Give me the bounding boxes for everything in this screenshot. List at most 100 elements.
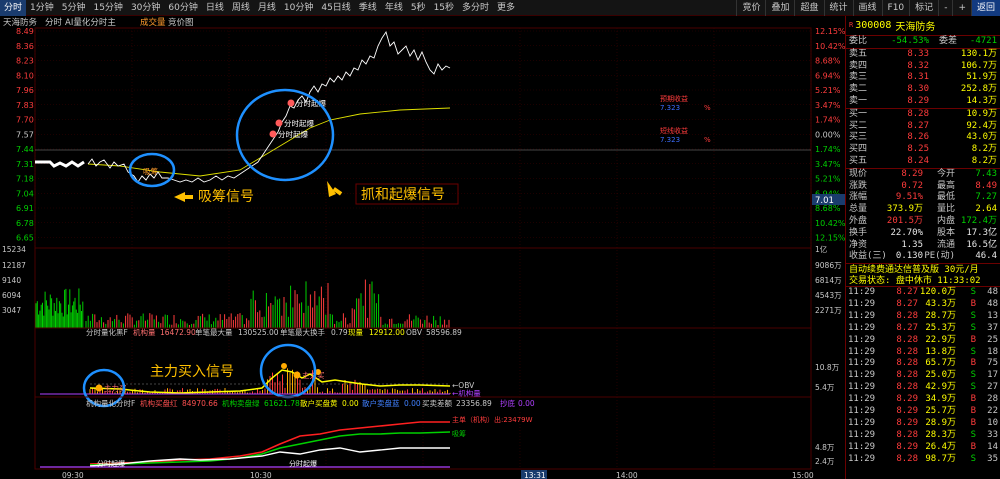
header-volume[interactable]: 成交量 [140, 17, 166, 28]
book-level-label: 买二 [849, 120, 868, 131]
tick-row[interactable]: 11:29 8.29 28.9万 B 10 [846, 418, 1000, 430]
ind1-name[interactable]: 分时量化黑F [86, 327, 128, 337]
stock-name[interactable]: 天海防务 [895, 18, 935, 33]
tick-volume: 98.7万 [925, 453, 956, 464]
tick-row[interactable]: 11:29 8.28 98.7万 S 35 [846, 454, 1000, 466]
time-tick-label: 10:30 [250, 471, 272, 479]
ind2-name[interactable]: 机构量化分时F [86, 398, 135, 408]
tool-button[interactable]: 统计 [823, 0, 853, 16]
period-tabs: 分时 1分钟 5分钟 15分钟 30分钟 60分钟 日线 周线 月线 10分钟 45日线 季线 年线 5秒… [0, 0, 519, 16]
tool-button[interactable]: 标记 [909, 0, 938, 16]
tick-volume: 28.7万 [925, 310, 956, 321]
price-tick-label: 7.04 [16, 189, 34, 198]
tick-side: S [970, 429, 976, 440]
tick-row[interactable]: 11:29 8.27 120.0万 S 48 [846, 287, 1000, 299]
tab-period[interactable]: 季线 [355, 0, 381, 16]
tick-row[interactable]: 11:29 8.28 28.3万 S 33 [846, 430, 1000, 442]
header-auction[interactable]: 竞价图 [168, 17, 194, 28]
tab-period[interactable]: 5分钟 [58, 0, 90, 16]
bid-row[interactable]: 买二 8.27 92.4万 [846, 121, 1000, 133]
tab-period[interactable]: 5秒 [407, 0, 430, 16]
tick-row[interactable]: 11:29 8.29 34.9万 B 28 [846, 394, 1000, 406]
header-mode[interactable]: 分时 [45, 17, 63, 28]
tick-row[interactable]: 11:29 8.27 43.3万 B 48 [846, 299, 1000, 311]
stock-code[interactable]: 300008 [855, 20, 891, 31]
stat-row: 换手 22.70% 股本 17.3亿 [846, 228, 1000, 240]
stat-value: 7.43 [975, 168, 997, 179]
tick-list[interactable]: 11:29 8.27 120.0万 S 48 11:29 8.27 43.3万 B 48 11:29… [846, 287, 1000, 465]
tool-button[interactable]: 竞价 [736, 0, 765, 16]
tool-button[interactable]: + [952, 0, 971, 16]
book-level-label: 买四 [849, 144, 868, 155]
book-level-label: 买一 [849, 108, 868, 119]
tick-price: 8.28 [896, 429, 918, 440]
ask-row[interactable]: 卖五 8.33 130.1万 [846, 49, 1000, 61]
tab-period[interactable]: 日线 [202, 0, 228, 16]
tick-side: B [970, 394, 976, 405]
tick-count: 18 [987, 346, 998, 357]
ask-row[interactable]: 卖三 8.31 51.9万 [846, 72, 1000, 84]
tick-volume: 25.0万 [925, 370, 956, 381]
bid-row[interactable]: 买四 8.25 8.2万 [846, 144, 1000, 156]
ask-row[interactable]: 卖一 8.29 14.3万 [846, 96, 1000, 108]
tick-price: 8.29 [896, 406, 918, 417]
book-level-label: 卖四 [849, 60, 868, 71]
ask-row[interactable]: 卖四 8.32 106.7万 [846, 61, 1000, 73]
book-level-label: 卖三 [849, 72, 868, 83]
tick-price: 8.28 [896, 370, 918, 381]
tool-button[interactable]: - [938, 0, 952, 16]
tab-period[interactable]: 15秒 [430, 0, 458, 16]
price-tick-label: 7.44 [16, 145, 34, 154]
tab-period[interactable]: 周线 [228, 0, 254, 16]
ask-row[interactable]: 卖二 8.30 252.8万 [846, 84, 1000, 96]
tab-period[interactable]: 月线 [254, 0, 280, 16]
tab-period[interactable]: 30分钟 [127, 0, 164, 16]
tab-period[interactable]: 多分时 [458, 0, 493, 16]
tool-button[interactable]: F10 [881, 0, 910, 16]
tick-count: 35 [987, 453, 998, 464]
tick-row[interactable]: 11:29 8.29 25.7万 B 22 [846, 406, 1000, 418]
tab-period[interactable]: 年线 [381, 0, 407, 16]
promo-banner[interactable]: 自动续费通达信普及版 30元/月 [846, 263, 1000, 275]
tab-period[interactable]: 更多 [493, 0, 519, 16]
chart-area[interactable]: 天海防务 分时 AI量化分时主 成交量 竞价图 8.49 8.36 8.23 8.10… [0, 16, 846, 479]
stat-row: 外盘 201.5万 内盘 172.4万 [846, 216, 1000, 228]
pct-tick-label: 3.47% [815, 101, 841, 110]
tick-row[interactable]: 11:29 8.27 25.3万 S 37 [846, 323, 1000, 335]
bid-row[interactable]: 买五 8.24 8.2万 [846, 156, 1000, 168]
tick-price: 8.28 [896, 334, 918, 345]
tick-row[interactable]: 11:29 8.28 25.0万 S 17 [846, 370, 1000, 382]
tool-button[interactable]: 返回 [970, 0, 1000, 16]
tick-row[interactable]: 11:29 8.28 13.8万 S 18 [846, 347, 1000, 359]
tick-row[interactable]: 11:29 8.29 26.4万 B 14 [846, 442, 1000, 454]
tick-row[interactable]: 11:29 8.28 22.9万 B 25 [846, 335, 1000, 347]
tool-button[interactable]: 叠加 [765, 0, 794, 16]
stat-label: PE(动) [924, 251, 955, 262]
tick-row[interactable]: 11:29 8.28 28.7万 S 13 [846, 311, 1000, 323]
bid-row[interactable]: 买三 8.26 43.0万 [846, 132, 1000, 144]
stat-label: 换手 [849, 227, 868, 238]
tool-button[interactable]: 超盘 [794, 0, 823, 16]
book-level-volume: 8.2万 [971, 144, 997, 155]
tick-row[interactable]: 11:29 8.28 65.7万 B 75 [846, 358, 1000, 370]
tick-volume: 28.3万 [925, 429, 956, 440]
tab-period[interactable]: 45日线 [317, 0, 354, 16]
tab-period[interactable]: 10分钟 [280, 0, 317, 16]
tab-period[interactable]: 15分钟 [89, 0, 126, 16]
tick-row[interactable]: 11:29 8.28 42.9万 S 27 [846, 382, 1000, 394]
tool-button[interactable]: 画线 [852, 0, 882, 16]
tab-period[interactable]: 分时 [0, 0, 27, 16]
intraday-chart[interactable]: 天海防务 分时 AI量化分时主 成交量 竞价图 8.498.368.238.10… [0, 16, 846, 479]
header-indicator[interactable]: AI量化分时主 [65, 17, 116, 28]
bid-row[interactable]: 买一 8.28 10.9万 [846, 109, 1000, 121]
price-tick-label: 8.10 [16, 71, 34, 80]
tab-period[interactable]: 1分钟 [26, 0, 58, 16]
profit-pct-1: % [704, 104, 711, 112]
tab-period[interactable]: 60分钟 [164, 0, 201, 16]
tick-volume: 13.8万 [925, 346, 956, 357]
tick-count: 48 [987, 299, 998, 310]
profit-value-2: 7.323 [660, 136, 680, 144]
tick-count: 48 [987, 287, 998, 298]
tick-volume: 65.7万 [925, 358, 956, 369]
stat-label: 外盘 [849, 215, 868, 226]
